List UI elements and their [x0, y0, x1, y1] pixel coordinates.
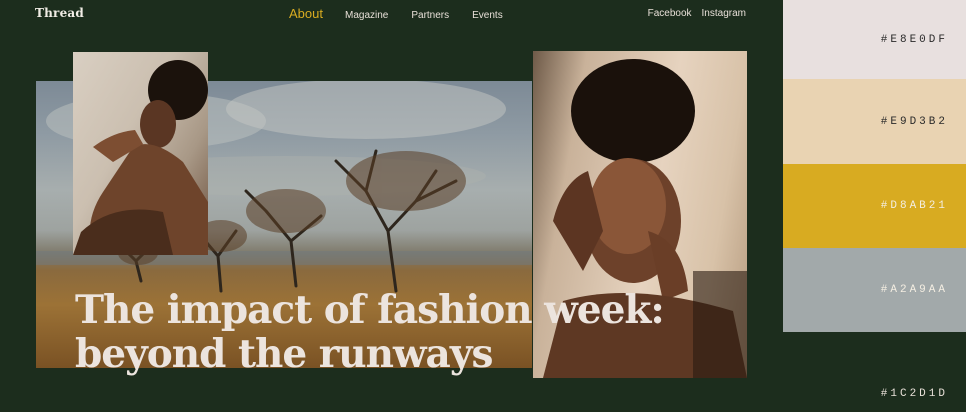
- nav-item-events[interactable]: Events: [472, 10, 503, 21]
- website-mockup: Thread About Magazine Partners Events Fa…: [0, 0, 783, 412]
- main-nav: About Magazine Partners Events: [289, 6, 526, 21]
- nav-item-about[interactable]: About: [289, 6, 323, 21]
- portrait-photo-left: [73, 52, 208, 255]
- swatch-hex-label: #D8AB21: [880, 200, 948, 212]
- swatch-gray-blue: #A2A9AA: [783, 248, 966, 332]
- nav-item-partners[interactable]: Partners: [411, 10, 449, 21]
- site-logo[interactable]: Thread: [35, 6, 84, 20]
- nav-item-magazine[interactable]: Magazine: [345, 10, 388, 21]
- facebook-link[interactable]: Facebook: [648, 8, 692, 19]
- headline-line-2: beyond the runways: [75, 331, 493, 377]
- swatch-light-gray: #E8E0DF: [783, 0, 966, 79]
- swatch-sand: #E9D3B2: [783, 79, 966, 164]
- instagram-link[interactable]: Instagram: [702, 8, 746, 19]
- headline-line-1: The impact of fashion week:: [75, 287, 665, 333]
- hero-headline: The impact of fashion week: beyond the r…: [75, 288, 715, 376]
- swatch-hex-label: #1C2D1D: [880, 388, 948, 400]
- swatch-hex-label: #E8E0DF: [880, 33, 948, 46]
- swatch-hex-label: #A2A9AA: [880, 284, 948, 296]
- social-links: Facebook Instagram: [638, 8, 746, 19]
- swatch-mustard: #D8AB21: [783, 164, 966, 248]
- swatch-dark-green: #1C2D1D: [783, 332, 966, 412]
- color-palette: #E8E0DF #E9D3B2 #D8AB21 #A2A9AA #1C2D1D: [783, 0, 966, 412]
- swatch-hex-label: #E9D3B2: [880, 115, 948, 128]
